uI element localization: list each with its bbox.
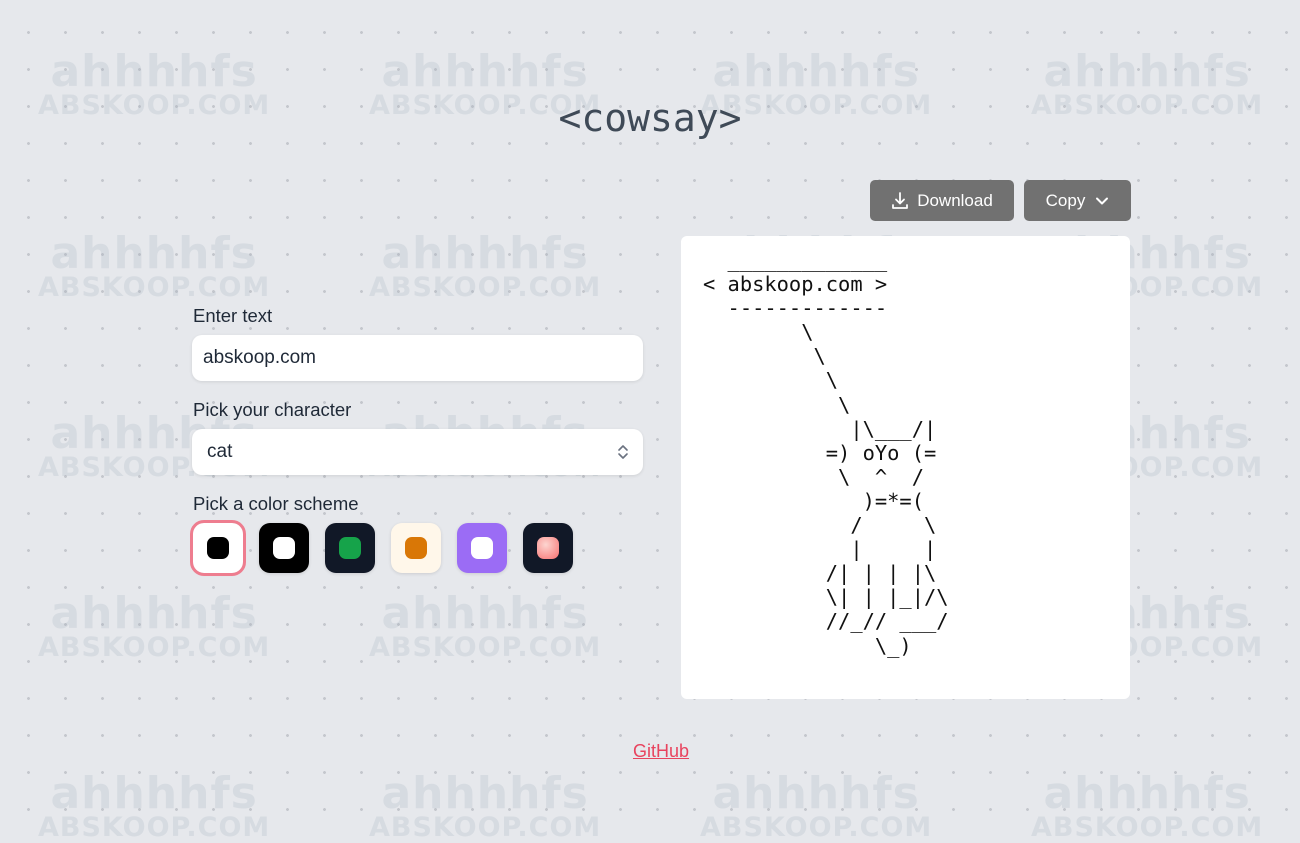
watermark-domain-text: ABSKOOP.COM (38, 272, 271, 303)
color-scheme-option-orange-on-cream[interactable] (391, 523, 441, 573)
watermark: ahhhhfsABSKOOP.COM (700, 768, 933, 843)
color-scheme-option-black-on-white[interactable] (190, 520, 246, 576)
color-scheme-dot (339, 537, 361, 559)
download-button[interactable]: Download (870, 180, 1014, 221)
cowsay-output-panel: _____________ < abskoop.com > ----------… (681, 236, 1130, 699)
character-label: Pick your character (193, 399, 352, 420)
ascii-art-output: _____________ < abskoop.com > ----------… (703, 248, 949, 658)
color-scheme-dot (273, 537, 295, 559)
watermark: ahhhhfsABSKOOP.COM (38, 228, 271, 303)
color-scheme-picker (190, 520, 573, 576)
watermark: ahhhhfsABSKOOP.COM (369, 228, 602, 303)
watermark-logo-text: ahhhhfs (50, 588, 258, 639)
watermark: ahhhhfsABSKOOP.COM (369, 768, 602, 843)
watermark-logo-text: ahhhhfs (50, 46, 258, 97)
watermark-logo-text: ahhhhfs (381, 588, 589, 639)
color-scheme-dot (471, 537, 493, 559)
watermark-logo-text: ahhhhfs (1043, 768, 1251, 819)
download-icon (892, 192, 909, 209)
watermark-logo-text: ahhhhfs (50, 768, 258, 819)
github-link[interactable]: GitHub (0, 741, 1300, 762)
watermark-logo-text: ahhhhfs (712, 768, 920, 819)
watermark-domain-text: ABSKOOP.COM (369, 812, 602, 843)
watermark-logo-text: ahhhhfs (712, 46, 920, 97)
watermark: ahhhhfsABSKOOP.COM (38, 768, 271, 843)
watermark: ahhhhfsABSKOOP.COM (369, 588, 602, 663)
watermark-logo-text: ahhhhfs (381, 46, 589, 97)
watermark: ahhhhfsABSKOOP.COM (38, 588, 271, 663)
character-select-value: cat (207, 441, 233, 462)
watermark: ahhhhfsABSKOOP.COM (1031, 768, 1264, 843)
watermark-domain-text: ABSKOOP.COM (369, 632, 602, 663)
color-scheme-option-white-on-purple[interactable] (457, 523, 507, 573)
enter-text-label: Enter text (193, 305, 273, 326)
watermark-domain-text: ABSKOOP.COM (700, 812, 933, 843)
watermark-domain-text: ABSKOOP.COM (38, 632, 271, 663)
copy-button[interactable]: Copy (1024, 180, 1131, 221)
character-select[interactable]: cat (192, 429, 643, 475)
watermark-logo-text: ahhhhfs (381, 228, 589, 279)
color-scheme-dot (537, 537, 559, 559)
watermark-logo-text: ahhhhfs (1043, 46, 1251, 97)
watermark-domain-text: ABSKOOP.COM (369, 272, 602, 303)
text-input[interactable]: abskoop.com (192, 335, 643, 381)
watermark-logo-text: ahhhhfs (50, 228, 258, 279)
download-label: Download (917, 190, 993, 210)
color-scheme-option-white-on-black[interactable] (259, 523, 309, 573)
watermark-domain-text: ABSKOOP.COM (38, 812, 271, 843)
copy-label: Copy (1045, 190, 1086, 210)
watermark-domain-text: ABSKOOP.COM (1031, 812, 1264, 843)
color-scheme-option-green-on-dark[interactable] (325, 523, 375, 573)
color-scheme-label: Pick a color scheme (193, 493, 359, 514)
chevron-down-icon (1096, 197, 1109, 204)
color-scheme-option-coral-on-dark[interactable] (523, 523, 573, 573)
watermark-logo-text: ahhhhfs (381, 768, 589, 819)
page-title: <cowsay> (558, 96, 742, 140)
color-scheme-dot (405, 537, 427, 559)
select-arrows-icon (618, 445, 628, 459)
color-scheme-dot (207, 537, 229, 559)
